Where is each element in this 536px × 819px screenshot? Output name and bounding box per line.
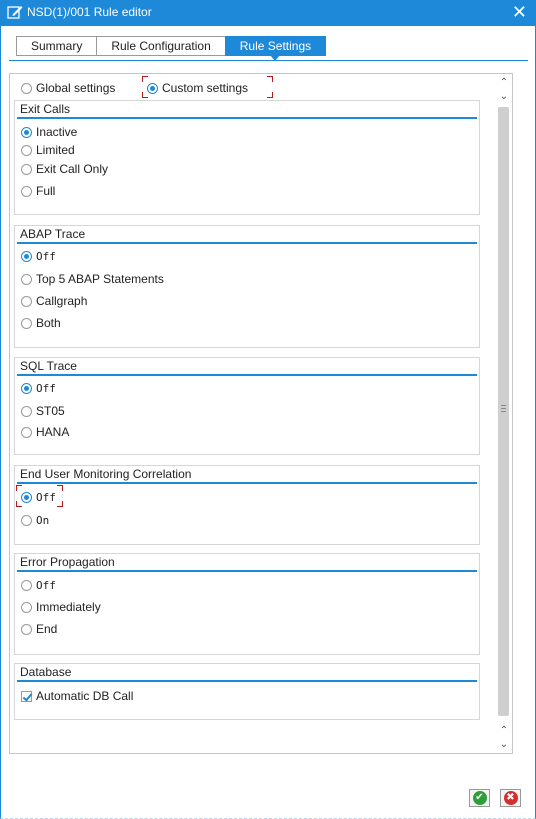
radio-selected-icon <box>21 250 32 262</box>
radio-selected-icon <box>21 126 32 138</box>
group-title: SQL Trace <box>20 359 77 373</box>
scroll-down-small-icon[interactable]: ⌄ <box>497 90 511 104</box>
group-divider <box>17 570 477 572</box>
tab-rule-configuration[interactable]: Rule Configuration <box>96 36 225 56</box>
scroll-up-small-icon[interactable]: ⌃ <box>497 724 511 738</box>
exit-calls-group: Exit Calls <box>14 100 480 215</box>
radio-icon <box>21 405 32 417</box>
group-divider <box>17 117 477 119</box>
tab-strip: Summary Rule Configuration Rule Settings <box>16 36 327 61</box>
exit-calls-full-radio[interactable]: Full <box>21 183 55 199</box>
error-propagation-immediately-radio[interactable]: Immediately <box>21 599 101 615</box>
sql-trace-group: SQL Trace <box>14 357 480 455</box>
group-divider <box>17 482 477 484</box>
exit-calls-limited-radio[interactable]: Limited <box>21 142 75 158</box>
abap-trace-callgraph-radio[interactable]: Callgraph <box>21 293 87 309</box>
sql-trace-off-radio[interactable]: Off <box>21 380 56 396</box>
edit-document-icon <box>7 6 23 19</box>
exit-calls-exit-call-only-radio[interactable]: Exit Call Only <box>21 161 108 177</box>
radio-icon <box>21 601 32 613</box>
radio-icon <box>21 144 32 156</box>
checkbox-checked-icon <box>21 690 32 702</box>
radio-selected-icon <box>147 82 158 94</box>
automatic-db-call-checkbox[interactable]: Automatic DB Call <box>21 688 133 704</box>
grip-icon <box>501 405 506 412</box>
radio-icon <box>21 185 32 197</box>
ok-button[interactable]: ✔ <box>469 789 490 807</box>
scrollbar-thumb[interactable] <box>498 107 509 716</box>
window-titlebar: NSD(1)/001 Rule editor ✕ <box>0 0 536 26</box>
group-title: Error Propagation <box>20 555 115 569</box>
error-propagation-off-radio[interactable]: Off <box>21 577 56 593</box>
group-title: ABAP Trace <box>20 227 86 241</box>
global-settings-radio[interactable]: Global settings <box>21 80 115 96</box>
group-title: Exit Calls <box>20 102 71 116</box>
sql-trace-st05-radio[interactable]: ST05 <box>21 403 65 419</box>
eum-off-radio[interactable]: Off <box>21 489 56 505</box>
tab-underline <box>9 60 528 61</box>
check-icon: ✔ <box>472 791 487 805</box>
group-title: End User Monitoring Correlation <box>20 467 192 481</box>
eum-correlation-group: End User Monitoring Correlation <box>14 465 480 545</box>
group-title: Database <box>20 665 72 679</box>
tab-rule-settings[interactable]: Rule Settings <box>224 36 327 61</box>
radio-icon <box>21 317 32 329</box>
radio-icon <box>21 579 32 591</box>
radio-icon <box>21 623 32 635</box>
group-divider <box>17 680 477 682</box>
radio-selected-icon <box>21 382 32 394</box>
sql-trace-hana-radio[interactable]: HANA <box>21 424 69 440</box>
vertical-scrollbar[interactable]: ⌃ ⌄ ⌃ ⌄ <box>497 76 511 752</box>
abap-trace-both-radio[interactable]: Both <box>21 315 61 331</box>
abap-trace-top5-radio[interactable]: Top 5 ABAP Statements <box>21 271 164 287</box>
radio-icon <box>21 295 32 307</box>
radio-icon <box>21 163 32 175</box>
tab-summary[interactable]: Summary <box>16 36 97 56</box>
custom-settings-radio[interactable]: Custom settings <box>147 80 248 96</box>
group-divider <box>17 374 477 376</box>
window-title: NSD(1)/001 Rule editor <box>27 5 152 19</box>
exit-calls-inactive-radio[interactable]: Inactive <box>21 124 77 140</box>
scroll-up-icon[interactable]: ⌃ <box>497 76 511 90</box>
radio-icon <box>21 426 32 438</box>
abap-trace-off-radio[interactable]: Off <box>21 248 56 264</box>
close-icon[interactable]: ✕ <box>512 3 527 21</box>
cancel-button[interactable]: ✖ <box>500 789 521 807</box>
error-propagation-end-radio[interactable]: End <box>21 621 57 637</box>
cancel-icon: ✖ <box>503 791 518 805</box>
radio-selected-icon <box>21 491 32 503</box>
radio-icon <box>21 82 32 94</box>
group-divider <box>17 242 477 244</box>
scroll-down-icon[interactable]: ⌄ <box>497 738 511 752</box>
eum-on-radio[interactable]: On <box>21 512 49 528</box>
radio-icon <box>21 273 32 285</box>
radio-icon <box>21 514 32 526</box>
